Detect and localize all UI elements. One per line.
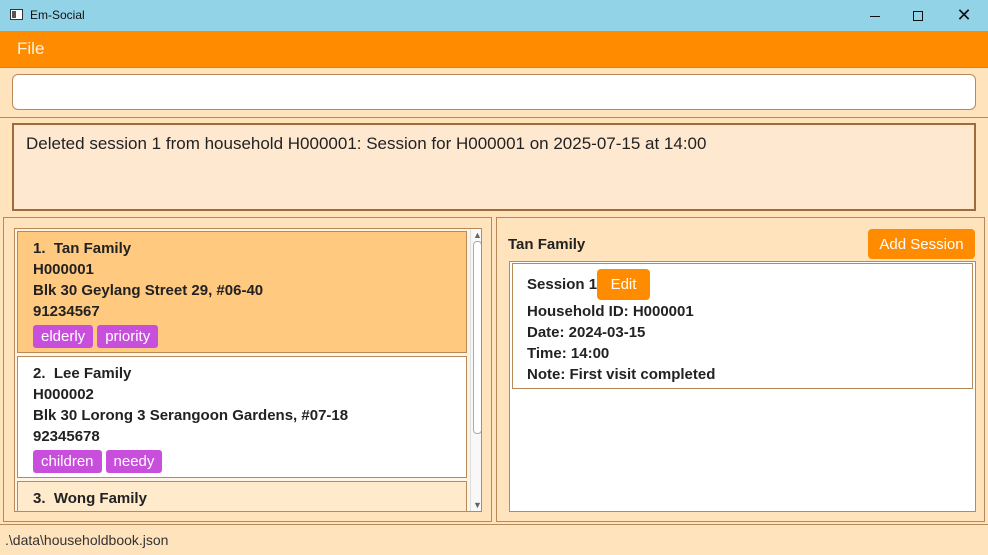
session-household-id: Household ID: H000001 (527, 303, 694, 320)
add-session-button[interactable]: Add Session (868, 229, 975, 259)
minimize-button[interactable] (852, 0, 898, 31)
maximize-button[interactable] (895, 0, 941, 31)
command-input[interactable] (12, 74, 976, 110)
household-phone: 92345678 (33, 428, 100, 445)
household-card-3[interactable]: 3. Wong Family (17, 481, 467, 511)
session-title: Session 1 (527, 276, 598, 293)
result-display-container: Deleted session 1 from household H000001… (0, 117, 988, 215)
scroll-up-arrow-icon[interactable]: ▲ (471, 229, 481, 241)
tag: children (33, 450, 102, 473)
session-date: Date: 2024-03-15 (527, 324, 646, 341)
household-address: Blk 30 Lorong 3 Serangoon Gardens, #07-1… (33, 407, 349, 424)
household-name: Wong Family (53, 490, 147, 507)
household-detail-panel: Tan Family Add Session Session 1 Edit Ho… (496, 217, 985, 522)
household-name: Tan Family (53, 240, 132, 257)
household-phone: 91234567 (33, 303, 100, 320)
status-bar: .\data\householdbook.json (0, 524, 988, 555)
household-name-line: 3. Wong Family (33, 488, 451, 509)
household-address: Blk 30 Geylang Street 29, #06-40 (33, 282, 264, 299)
household-tags: children needy (33, 450, 451, 473)
household-name-line: 2. Lee Family (33, 363, 451, 384)
session-note: Note: First visit completed (527, 366, 716, 383)
household-list[interactable]: 1. Tan Family H000001 Blk 30 Geylang Str… (14, 228, 482, 512)
household-id: H000001 (33, 261, 94, 278)
edit-session-button[interactable]: Edit (597, 269, 650, 300)
household-index: 3. (33, 490, 46, 507)
tag: needy (105, 450, 163, 473)
data-file-path: .\data\householdbook.json (5, 532, 169, 548)
tag: elderly (33, 325, 94, 348)
close-button[interactable]: ✕ (941, 0, 987, 31)
list-scrollbar[interactable]: ▲ ▼ (470, 229, 481, 511)
household-index: 1. (33, 240, 46, 257)
detail-title: Tan Family (508, 236, 586, 253)
minimize-icon (870, 16, 880, 17)
maximize-icon (913, 10, 923, 21)
household-id: H000002 (33, 386, 94, 403)
household-card-1[interactable]: 1. Tan Family H000001 Blk 30 Geylang Str… (17, 231, 467, 353)
window-title: Em-Social (30, 8, 85, 22)
session-time: Time: 14:00 (527, 345, 610, 362)
tag: priority (97, 325, 159, 348)
command-box-container (0, 67, 988, 117)
household-tags: elderly priority (33, 325, 451, 348)
scroll-down-arrow-icon[interactable]: ▼ (471, 499, 481, 511)
app-window-icon (10, 9, 23, 20)
result-display: Deleted session 1 from household H000001… (12, 123, 976, 211)
household-index: 2. (33, 365, 46, 382)
session-list: Session 1 Edit Household ID: H000001 Dat… (509, 261, 976, 512)
menu-file[interactable]: File (17, 39, 44, 59)
title-bar: Em-Social ✕ (0, 0, 988, 31)
menu-bar: File (0, 31, 988, 67)
household-list-panel: 1. Tan Family H000001 Blk 30 Geylang Str… (3, 217, 492, 522)
household-name: Lee Family (53, 365, 132, 382)
scroll-thumb[interactable] (473, 241, 481, 434)
result-text: Deleted session 1 from household H000001… (26, 134, 707, 153)
close-icon: ✕ (956, 5, 972, 25)
session-card: Session 1 Edit Household ID: H000001 Dat… (512, 263, 973, 389)
household-card-2[interactable]: 2. Lee Family H000002 Blk 30 Lorong 3 Se… (17, 356, 467, 478)
household-name-line: 1. Tan Family (33, 238, 451, 259)
